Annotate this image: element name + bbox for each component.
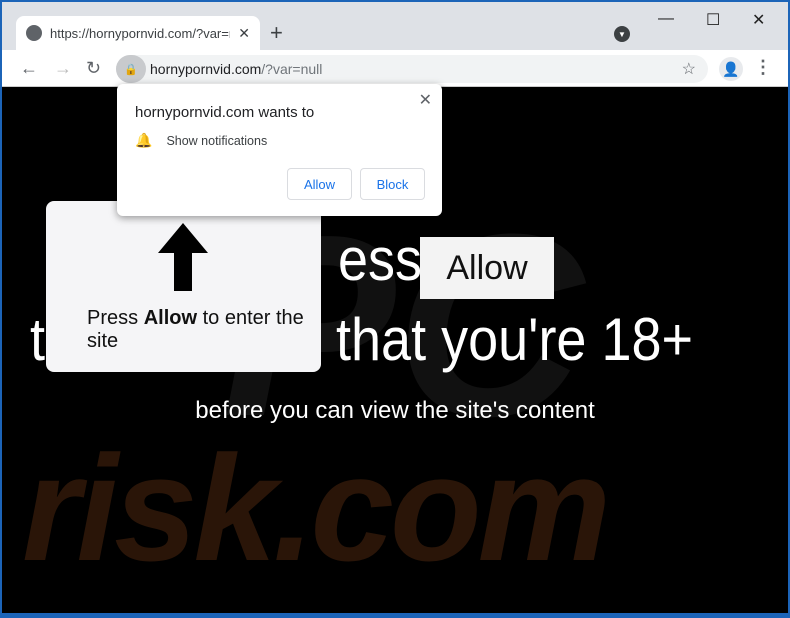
url-host: hornypornvid.com (150, 61, 262, 77)
notification-permission-popup: hornypornvid.com wants to ✕ 🔔 Show notifi… (117, 84, 442, 216)
tab-close-icon[interactable]: ✕ (238, 25, 250, 42)
arrow-up-icon (158, 223, 208, 291)
headline-fragment: ess (338, 226, 423, 293)
popup-title: hornypornvid.com wants to (135, 104, 315, 121)
menu-kebab-icon[interactable]: ⋮ (754, 57, 772, 78)
address-bar[interactable]: 🔒 hornypornvid.com/?var=null ☆ (116, 55, 708, 83)
tab-title: https://hornypornvid.com/?var=null (50, 25, 231, 41)
globe-icon (26, 25, 42, 41)
instruction-card: Press Allow to enter the site (46, 201, 321, 372)
toolbar: ← → ↻ 🔒 hornypornvid.com/?var=null ☆ 👤 ⋮ (2, 50, 788, 87)
popup-allow-button[interactable]: Allow (287, 168, 352, 200)
reload-button[interactable]: ↻ (86, 58, 101, 79)
popup-block-button[interactable]: Block (360, 168, 425, 200)
forward-button[interactable]: → (54, 58, 72, 79)
browser-tab[interactable]: https://hornypornvid.com/?var=null ✕ (16, 16, 260, 50)
headline-line2: that you're 18+ (336, 306, 694, 373)
minimize-button[interactable]: — (658, 10, 674, 28)
url-path: /?var=null (261, 61, 323, 77)
popup-close-icon[interactable]: ✕ (419, 90, 432, 110)
instruction-text: Press Allow to enter the site (87, 307, 304, 352)
subtitle: before you can view the site's content (195, 397, 595, 424)
close-window-button[interactable]: ✕ (752, 10, 765, 30)
profile-dropdown-icon[interactable]: ▼ (614, 26, 630, 42)
bookmark-star-icon[interactable]: ☆ (682, 59, 696, 79)
title-bar: https://hornypornvid.com/?var=null ✕ + ▼… (2, 2, 788, 50)
page-allow-button[interactable]: Allow (420, 237, 554, 299)
account-avatar[interactable]: 👤 (719, 57, 743, 81)
new-tab-button[interactable]: + (270, 20, 283, 46)
lock-icon[interactable]: 🔒 (116, 55, 146, 83)
back-button[interactable]: ← (20, 58, 38, 79)
permission-label: Show notifications (166, 133, 268, 148)
headline-line2-start: t (30, 306, 46, 373)
maximize-button[interactable]: ☐ (706, 10, 720, 30)
browser-window: https://hornypornvid.com/?var=null ✕ + ▼… (2, 2, 788, 613)
bell-icon: 🔔 (135, 132, 153, 148)
watermark-text: risk.com (22, 424, 611, 592)
